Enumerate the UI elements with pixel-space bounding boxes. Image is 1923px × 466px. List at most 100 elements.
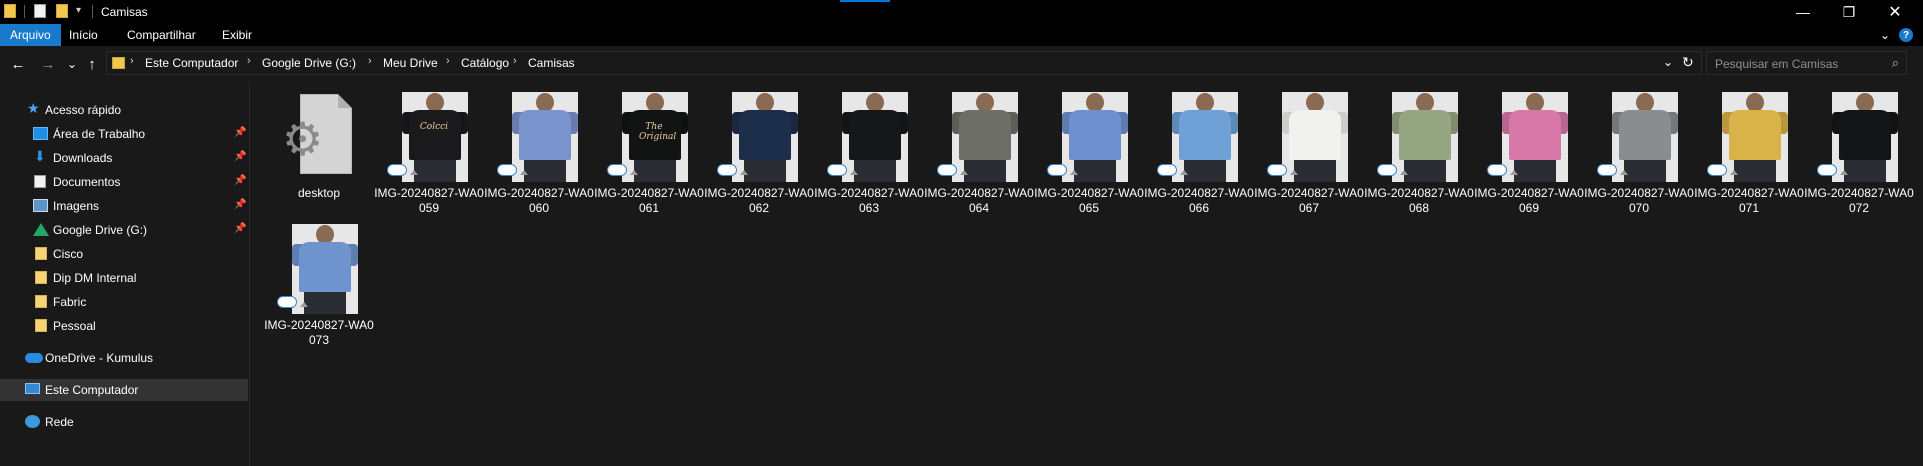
sidebar-item-documentos[interactable]: Documentos 📌 — [0, 171, 248, 193]
file-item[interactable]: IMG-20240827-WA0073 — [264, 214, 374, 347]
sidebar-item-rede[interactable]: Rede — [0, 411, 248, 433]
sync-indicator-icon — [630, 170, 638, 175]
sidebar-item-label: Dip DM Internal — [53, 271, 137, 285]
refresh-icon[interactable]: ↻ — [1682, 54, 1694, 71]
sidebar-item-quick-access[interactable]: ★ Acesso rápido — [0, 99, 248, 121]
breadcrumb-separator[interactable]: › — [513, 55, 517, 67]
breadcrumb-separator[interactable]: › — [446, 55, 450, 67]
back-button[interactable]: ← — [8, 54, 28, 74]
new-folder-icon[interactable] — [56, 4, 68, 18]
model-pants — [854, 160, 896, 182]
file-item[interactable]: Colcci IMG-20240827-WA0059 — [374, 82, 484, 215]
file-item[interactable]: ⚙ desktop — [264, 82, 374, 210]
maximize-button[interactable]: ❐ — [1826, 0, 1872, 24]
shirt — [849, 110, 901, 160]
sidebar-item-cisco[interactable]: Cisco — [0, 243, 248, 265]
image-thumbnail — [1282, 92, 1348, 182]
quick-access-dropdown-icon[interactable]: ▾ — [76, 5, 81, 16]
sidebar-item-imagens[interactable]: Imagens 📌 — [0, 195, 248, 217]
sidebar-item-downloads[interactable]: ⬇ Downloads 📌 — [0, 147, 248, 169]
image-thumbnail — [842, 92, 908, 182]
google-drive-icon — [33, 223, 49, 236]
file-item[interactable]: IMG-20240827-WA0064 — [924, 82, 1034, 215]
breadcrumb-catalogo[interactable]: Catálogo — [461, 56, 509, 70]
shirt — [519, 110, 571, 160]
sync-indicator-icon — [740, 170, 748, 175]
sidebar-item-label: Cisco — [53, 247, 84, 261]
search-icon[interactable]: ⌕ — [1892, 55, 1899, 71]
minimize-button[interactable]: — — [1780, 0, 1826, 24]
sidebar-item-area-de-trabalho[interactable]: Área de Trabalho 📌 — [0, 123, 248, 145]
tab-inicio[interactable]: Início — [59, 24, 108, 46]
shirt — [1399, 110, 1451, 160]
model-pants — [1844, 160, 1886, 182]
sidebar-item-fabric[interactable]: Fabric — [0, 291, 248, 313]
sidebar-item-dip-dm-internal[interactable]: Dip DM Internal — [0, 267, 248, 289]
shirt — [1619, 110, 1671, 160]
help-icon[interactable]: ? — [1899, 28, 1913, 42]
breadcrumb-separator[interactable]: › — [368, 55, 372, 67]
breadcrumb-camisas[interactable]: Camisas — [528, 56, 575, 70]
breadcrumb-este-computador[interactable]: Este Computador — [145, 56, 238, 70]
sync-indicator-icon — [1620, 170, 1628, 175]
properties-icon[interactable] — [34, 4, 46, 18]
breadcrumb-meu-drive[interactable]: Meu Drive — [383, 56, 438, 70]
window-title: Camisas — [101, 5, 148, 19]
sync-indicator-icon — [520, 170, 528, 175]
file-item[interactable]: IMG-20240827-WA0065 — [1034, 82, 1144, 215]
tab-arquivo[interactable]: Arquivo — [0, 24, 61, 46]
model-pants — [1404, 160, 1446, 182]
focus-indicator — [840, 0, 890, 2]
file-name: IMG-20240827-WA0068 — [1364, 186, 1474, 215]
file-item[interactable]: IMG-20240827-WA0062 — [704, 82, 814, 215]
address-bar[interactable]: › Este Computador › Google Drive (G:) › … — [106, 51, 1702, 75]
breadcrumb-google-drive[interactable]: Google Drive (G:) — [262, 56, 356, 70]
file-name: IMG-20240827-WA0067 — [1254, 186, 1364, 215]
sync-indicator-icon — [1180, 170, 1188, 175]
forward-button[interactable]: → — [38, 54, 58, 74]
recent-locations-button[interactable]: ⌄ — [62, 54, 82, 74]
cloud-status-icon — [1377, 164, 1397, 176]
image-thumbnail — [1392, 92, 1458, 182]
expand-ribbon-icon[interactable]: ⌄ — [1880, 28, 1890, 42]
file-item[interactable]: IMG-20240827-WA0066 — [1144, 82, 1254, 215]
sidebar-item-label: Downloads — [53, 151, 113, 165]
address-dropdown-icon[interactable]: ⌄ — [1663, 55, 1673, 69]
file-name: IMG-20240827-WA0066 — [1144, 186, 1254, 215]
image-thumbnail — [732, 92, 798, 182]
image-thumbnail — [292, 224, 358, 314]
file-item[interactable]: IMG-20240827-WA0069 — [1474, 82, 1584, 215]
breadcrumb-separator[interactable]: › — [247, 55, 251, 67]
pin-icon: 📌 — [234, 175, 247, 186]
file-item[interactable]: IMG-20240827-WA0067 — [1254, 82, 1364, 215]
search-box[interactable]: Pesquisar em Camisas ⌕ — [1706, 51, 1907, 75]
search-input[interactable]: Pesquisar em Camisas — [1715, 57, 1838, 71]
sidebar-item-label: OneDrive - Kumulus — [45, 351, 154, 365]
image-thumbnail — [512, 92, 578, 182]
cloud-status-icon — [1157, 164, 1177, 176]
file-item[interactable]: IMG-20240827-WA0063 — [814, 82, 924, 215]
sidebar-item-este-computador[interactable]: Este Computador — [0, 379, 248, 401]
file-item[interactable]: IMG-20240827-WA0068 — [1364, 82, 1474, 215]
close-button[interactable]: ✕ — [1872, 0, 1918, 24]
file-name: IMG-20240827-WA0065 — [1034, 186, 1144, 215]
sidebar-item-onedrive[interactable]: OneDrive - Kumulus — [0, 347, 248, 369]
breadcrumb-separator: › — [130, 55, 134, 67]
separator — [24, 5, 25, 18]
desktop-icon — [33, 127, 48, 140]
shirt-print: Colcci — [419, 122, 449, 132]
folder-icon — [35, 319, 47, 332]
sidebar-item-pessoal[interactable]: Pessoal — [0, 315, 248, 337]
title-bar: ▾ Camisas — ❐ ✕ — [0, 0, 1923, 24]
up-button[interactable]: ↑ — [82, 54, 102, 74]
tab-compartilhar[interactable]: Compartilhar — [117, 24, 206, 46]
sidebar-item-label: Área de Trabalho — [53, 127, 146, 141]
sidebar-item-google-drive[interactable]: Google Drive (G:) 📌 — [0, 219, 248, 241]
sync-indicator-icon — [1400, 170, 1408, 175]
tab-exibir[interactable]: Exibir — [212, 24, 262, 46]
file-item[interactable]: The Original IMG-20240827-WA0061 — [594, 82, 704, 215]
file-item[interactable]: IMG-20240827-WA0071 — [1694, 82, 1804, 215]
file-item[interactable]: IMG-20240827-WA0070 — [1584, 82, 1694, 215]
file-item[interactable]: IMG-20240827-WA0060 — [484, 82, 594, 215]
file-item[interactable]: IMG-20240827-WA0072 — [1804, 82, 1914, 215]
